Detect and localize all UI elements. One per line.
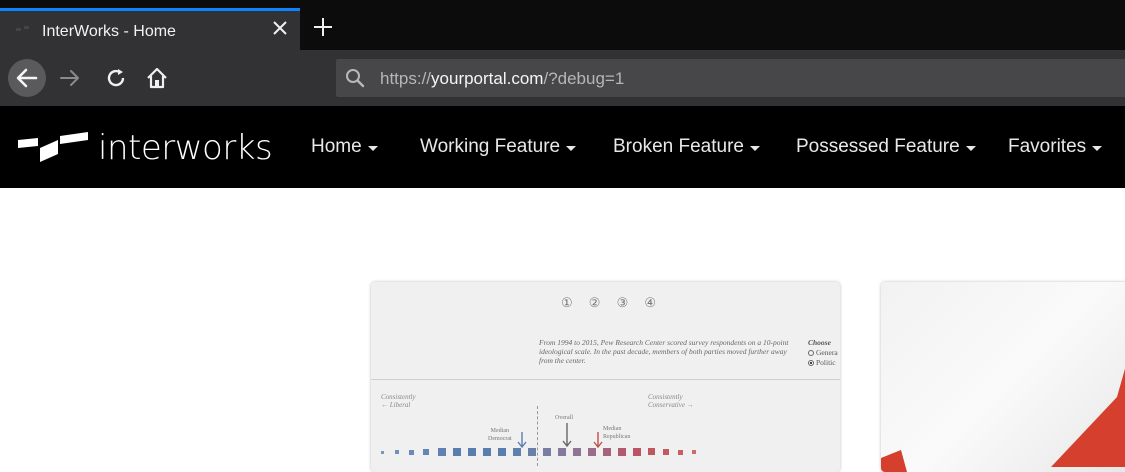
- scale-label-line: ← Liberal: [381, 401, 411, 409]
- scale-square: [395, 450, 399, 454]
- scale-square: [483, 448, 491, 456]
- scale-square: [453, 448, 461, 456]
- dashboard-thumbnail-card[interactable]: ① ② ③ ④ From 1994 to 2015, Pew Research …: [371, 282, 840, 472]
- overall-label: Overall: [555, 415, 573, 421]
- menu-item-label: Broken Feature: [613, 136, 744, 157]
- url-text[interactable]: https://yourportal.com/?debug=1: [380, 69, 624, 89]
- choose-option[interactable]: Genera: [808, 348, 838, 358]
- scale-square: [381, 451, 384, 454]
- radio-icon: [808, 350, 814, 357]
- site-header: interworks Home Working Feature Broken F…: [0, 106, 1125, 188]
- back-button[interactable]: [8, 59, 46, 97]
- choose-option-label: Genera: [816, 348, 838, 357]
- site-favicon-icon: [16, 26, 29, 31]
- site-logo[interactable]: interworks: [18, 126, 273, 170]
- url-path: /?debug=1: [543, 69, 625, 88]
- new-tab-icon[interactable]: [312, 16, 334, 38]
- right-scale-label: Consistently Conservative →: [648, 393, 694, 409]
- scale-square: [603, 448, 611, 456]
- caret-down-icon: [1092, 145, 1103, 151]
- menu-item-broken-feature[interactable]: Broken Feature: [613, 136, 760, 158]
- scale-square: [573, 448, 581, 456]
- choose-label: Choose: [808, 338, 831, 347]
- median-democrat-label: Median Democrat: [488, 427, 512, 443]
- scale-square: [558, 448, 566, 456]
- search-icon: [346, 69, 365, 88]
- address-bar[interactable]: https://yourportal.com/?debug=1: [336, 59, 1125, 97]
- navigation-toolbar: https://yourportal.com/?debug=1: [0, 50, 1125, 106]
- forward-arrow-icon[interactable]: [58, 66, 82, 90]
- caret-down-icon: [566, 145, 577, 151]
- scale-square: [513, 448, 521, 456]
- scale-square: [438, 448, 446, 456]
- scale-square: [543, 448, 551, 456]
- scale-square: [663, 449, 669, 455]
- choose-panel: Choose Genera Politic: [808, 338, 838, 368]
- menu-item-favorites[interactable]: Favorites: [1008, 136, 1103, 158]
- scale-label-line: Consistently: [381, 393, 416, 401]
- menu-item-label: Home: [311, 136, 362, 157]
- choose-option-label: Politic: [816, 358, 836, 367]
- scale-square: [692, 450, 696, 454]
- scale-square: [618, 448, 626, 456]
- overall-arrow-icon: [562, 423, 572, 448]
- menu-item-label: Working Feature: [420, 136, 561, 157]
- close-tab-icon[interactable]: [270, 18, 290, 38]
- chart-description: From 1994 to 2015, Pew Research Center s…: [539, 338, 789, 365]
- tab-bar: InterWorks - Home: [0, 0, 1125, 50]
- scale-label-line: Conservative →: [648, 401, 694, 409]
- scale-square: [678, 450, 683, 455]
- scale-square: [588, 448, 596, 456]
- divider: [371, 379, 840, 380]
- scale-square: [633, 448, 641, 456]
- left-scale-label: Consistently ← Liberal: [381, 393, 416, 409]
- reload-icon[interactable]: [105, 67, 127, 89]
- menu-item-possessed-feature[interactable]: Possessed Feature: [796, 136, 976, 158]
- median-label-line: Republican: [603, 434, 631, 440]
- scale-square: [528, 448, 536, 456]
- median-label-line: Median: [603, 426, 622, 432]
- choose-option[interactable]: Politic: [808, 358, 838, 368]
- url-protocol: https://: [380, 69, 432, 88]
- url-domain: yourportal.com: [431, 69, 544, 88]
- median-label-line: Democrat: [488, 436, 512, 442]
- caret-down-icon: [367, 145, 378, 151]
- menu-item-label: Possessed Feature: [796, 136, 960, 157]
- menu-item-working-feature[interactable]: Working Feature: [420, 136, 577, 158]
- scale-square: [498, 448, 506, 456]
- dashboard-thumbnail-card-2[interactable]: [881, 282, 1125, 472]
- red-shape-graphic: [881, 368, 1125, 472]
- tab-title: InterWorks - Home: [42, 23, 176, 40]
- median-label-line: Median: [490, 428, 509, 434]
- logo-text: interworks: [98, 128, 273, 168]
- caret-down-icon: [749, 145, 760, 151]
- scale-label-line: Consistently: [648, 393, 683, 401]
- scale-square: [409, 450, 414, 455]
- median-republican-label: Median Republican: [603, 425, 630, 441]
- menu-item-label: Favorites: [1008, 136, 1087, 157]
- scale-square: [423, 449, 429, 455]
- home-icon[interactable]: [145, 66, 169, 90]
- scale-square: [468, 448, 476, 456]
- menu-item-home[interactable]: Home: [311, 136, 378, 158]
- center-line: [537, 406, 538, 466]
- scale-square: [648, 448, 655, 455]
- interworks-logo-icon: [18, 132, 88, 162]
- arrow-left-icon: [16, 68, 38, 88]
- radio-selected-icon: [808, 360, 814, 367]
- caret-down-icon: [965, 145, 976, 151]
- step-indicator: ① ② ③ ④: [561, 296, 663, 311]
- active-tab[interactable]: InterWorks - Home: [0, 8, 300, 50]
